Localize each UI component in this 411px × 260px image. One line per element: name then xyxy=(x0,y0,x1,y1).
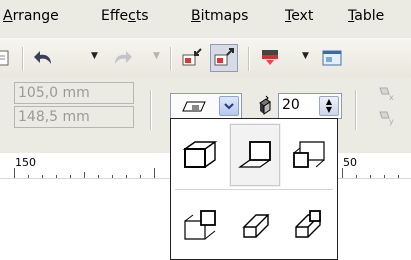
ruler-tick xyxy=(356,175,357,178)
chevron-down-icon[interactable] xyxy=(219,96,239,116)
ruler-tick xyxy=(84,172,85,178)
welcome-screen-icon[interactable] xyxy=(318,44,346,72)
spin-arrows-icon[interactable]: ▲ ▼ xyxy=(319,96,339,116)
launcher-dropdown-icon[interactable]: ▼ xyxy=(302,51,309,61)
extrusion-depth-input[interactable]: 20 ▲ ▼ xyxy=(278,93,342,119)
menu-text[interactable]: Text xyxy=(285,8,313,24)
propbar-separator xyxy=(355,90,357,130)
undo-dropdown-icon[interactable]: ▼ xyxy=(91,51,98,61)
toolbar-separator xyxy=(170,47,172,71)
back-parallel-extrusion-option[interactable] xyxy=(229,193,281,257)
menu-text-rest: ext xyxy=(291,8,314,24)
menu-table-rest: able xyxy=(354,8,385,24)
big-front-extrusion-option[interactable] xyxy=(174,193,226,257)
small-front-extrusion-option[interactable] xyxy=(229,123,281,187)
spin-down-icon[interactable]: ▼ xyxy=(326,106,332,114)
ruler-tick xyxy=(28,175,29,178)
undo-icon[interactable] xyxy=(30,44,58,72)
ruler-tick xyxy=(70,175,71,178)
ruler-tick xyxy=(342,168,343,178)
depth-icon xyxy=(254,95,274,119)
vanishing-point-x-icon: x xyxy=(377,84,397,106)
ruler-tick xyxy=(112,175,113,178)
redo-dropdown-icon: ▼ xyxy=(153,51,160,61)
toolbar-separator xyxy=(248,47,250,71)
ruler-tick xyxy=(398,175,399,178)
position-y-field: 148,5 mm xyxy=(14,106,134,128)
menu-bitmaps[interactable]: Bitmaps xyxy=(191,8,248,24)
menu-effects[interactable]: Effects xyxy=(101,8,149,24)
export-icon[interactable] xyxy=(210,44,238,72)
ruler-tick xyxy=(384,175,385,178)
vanishing-point-y-icon: y xyxy=(377,108,397,130)
propbar-separator xyxy=(150,90,152,130)
back-parallel-extrusion-icon xyxy=(242,214,270,238)
import-icon[interactable] xyxy=(178,44,206,72)
dropdown-divider xyxy=(175,189,333,190)
ruler-tick xyxy=(154,168,155,178)
svg-text:x: x xyxy=(389,93,394,102)
ruler-tick xyxy=(126,175,127,178)
standard-toolbar: ▼ ▼ ▼ xyxy=(0,38,411,78)
big-front-extrusion-icon xyxy=(184,210,216,240)
ruler-tick xyxy=(98,175,99,178)
menu-arrange-mnemonic: A xyxy=(3,8,13,24)
ruler-label: 50 xyxy=(343,156,357,169)
position-x-field: 105,0 mm xyxy=(14,82,134,104)
front-parallel-extrusion-option[interactable] xyxy=(283,193,335,257)
extrusion-type-dropdown xyxy=(170,118,338,260)
small-back-extrusion-option[interactable] xyxy=(174,123,226,187)
menu-bar: Arrange Effects Bitmaps Text Table xyxy=(0,0,411,38)
menu-table[interactable]: Table xyxy=(348,8,384,24)
extrude-type-icon xyxy=(181,99,207,117)
small-back-extrusion-icon xyxy=(182,141,218,168)
application-launcher-icon[interactable] xyxy=(256,44,284,72)
big-back-extrusion-icon xyxy=(293,141,325,168)
menu-arrange-rest: rrange xyxy=(12,8,59,24)
extrusion-type-combo[interactable] xyxy=(170,93,242,119)
menu-bitmaps-mnemonic: B xyxy=(191,8,201,24)
svg-text:y: y xyxy=(389,117,394,126)
big-back-extrusion-option[interactable] xyxy=(283,123,335,187)
ruler-tick xyxy=(56,175,57,178)
menu-effects-rest: ts xyxy=(135,8,149,24)
redo-icon xyxy=(108,44,136,72)
menu-arrange[interactable]: Arrange xyxy=(3,8,59,24)
menu-bitmaps-rest: itmaps xyxy=(200,8,249,24)
ruler-tick xyxy=(140,175,141,178)
ruler-tick xyxy=(14,168,15,178)
extrusion-depth-value: 20 xyxy=(282,97,300,113)
menu-effects-pre: Effe xyxy=(101,8,129,24)
small-front-extrusion-icon xyxy=(238,141,271,168)
ruler-tick xyxy=(370,175,371,178)
toolbar-separator xyxy=(22,47,24,71)
menu-effects-mnemonic: c xyxy=(128,8,136,24)
ruler-label: 150 xyxy=(15,156,36,169)
page-icon[interactable] xyxy=(0,44,16,72)
front-parallel-extrusion-icon xyxy=(295,210,321,238)
ruler-tick xyxy=(42,175,43,178)
